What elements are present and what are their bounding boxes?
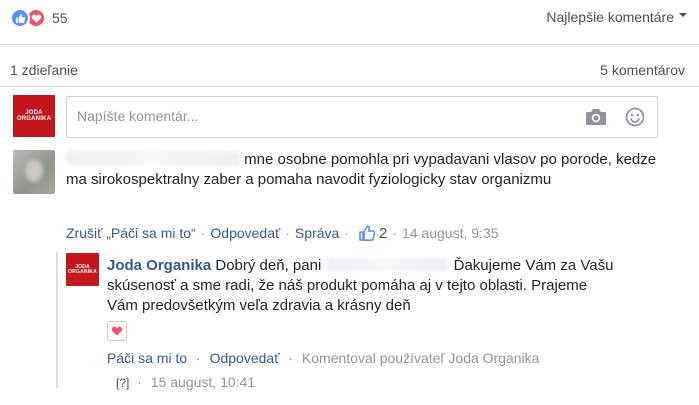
separator: · bbox=[200, 225, 206, 241]
divider bbox=[0, 44, 699, 45]
reply-thread-line bbox=[56, 252, 58, 388]
message-link[interactable]: Správa bbox=[295, 225, 339, 241]
separator: · bbox=[288, 350, 294, 366]
sort-label: Najlepšie komentáre bbox=[546, 9, 674, 25]
reply-link[interactable]: Odpovedať bbox=[210, 350, 280, 366]
composer-avatar: JODA ORGANIKA bbox=[13, 95, 55, 137]
reaction-summary[interactable]: 55 bbox=[10, 8, 68, 28]
reaction-count: 55 bbox=[52, 10, 68, 26]
redacted-commenter-name[interactable] bbox=[66, 151, 240, 165]
reply-author-name[interactable]: Joda Organika bbox=[107, 257, 211, 274]
reply-actions: Páči sa mi to · Odpovedať · Komentoval p… bbox=[107, 350, 539, 366]
unlike-link[interactable]: Zrušiť „Páči sa mi to“ bbox=[66, 225, 196, 241]
like-count-number: 2 bbox=[378, 224, 388, 242]
reply-link[interactable]: Odpovedať bbox=[210, 225, 280, 241]
stats-row: 1 zdieľanie 5 komentárov bbox=[0, 58, 699, 82]
comment-actions: Zrušiť „Páči sa mi to“ · Odpovedať · Spr… bbox=[66, 224, 499, 242]
emoji-icon[interactable] bbox=[625, 107, 645, 127]
like-link[interactable]: Páči sa mi to bbox=[107, 350, 187, 366]
caret-down-icon bbox=[679, 13, 687, 17]
comments-count-link[interactable]: 5 komentárov bbox=[600, 62, 685, 78]
separator: · bbox=[196, 350, 201, 366]
separator: · bbox=[285, 225, 290, 241]
logo-text: ORGANIKA bbox=[16, 116, 52, 122]
reply-text-greeting: Dobrý deň, pani bbox=[215, 257, 322, 274]
reactions-bar: 55 Najlepšie komentáre bbox=[0, 0, 699, 44]
heart-icon bbox=[111, 326, 123, 336]
divider bbox=[0, 86, 699, 87]
unknown-glyph: [?] bbox=[116, 376, 130, 390]
separator: · bbox=[392, 225, 397, 241]
redacted-mention bbox=[327, 258, 448, 271]
reply-body: Joda Organika Dobrý deň, pani Ďakujeme V… bbox=[107, 256, 622, 316]
reply-meta: [?] · 15 august, 10:41 bbox=[116, 374, 255, 390]
commented-by-text: Komentoval používateľ Joda Organika bbox=[301, 350, 540, 366]
shares-link[interactable]: 1 zdieľanie bbox=[10, 62, 78, 78]
thumbs-up-icon bbox=[359, 225, 376, 241]
camera-icon[interactable] bbox=[585, 108, 607, 126]
reply-timestamp[interactable]: 15 august, 10:41 bbox=[151, 374, 255, 390]
comment-body: mne osobne pomohla pri vypadavani vlasov… bbox=[66, 150, 666, 190]
separator: · bbox=[137, 374, 142, 390]
reply-author-avatar[interactable]: JODA ORGANIKA bbox=[66, 253, 99, 286]
heart-reaction-badge[interactable] bbox=[107, 321, 127, 341]
comment-timestamp[interactable]: 14 august, 9:35 bbox=[402, 225, 499, 241]
sort-dropdown[interactable]: Najlepšie komentáre bbox=[546, 9, 687, 25]
comment-composer[interactable] bbox=[66, 96, 658, 138]
comment-like-count[interactable]: 2 bbox=[358, 224, 387, 242]
comment-input[interactable] bbox=[77, 108, 557, 124]
separator: · bbox=[344, 225, 349, 241]
like-icon bbox=[10, 8, 30, 28]
commenter-avatar[interactable] bbox=[13, 150, 55, 194]
logo-text: ORGANIKA bbox=[68, 268, 97, 275]
